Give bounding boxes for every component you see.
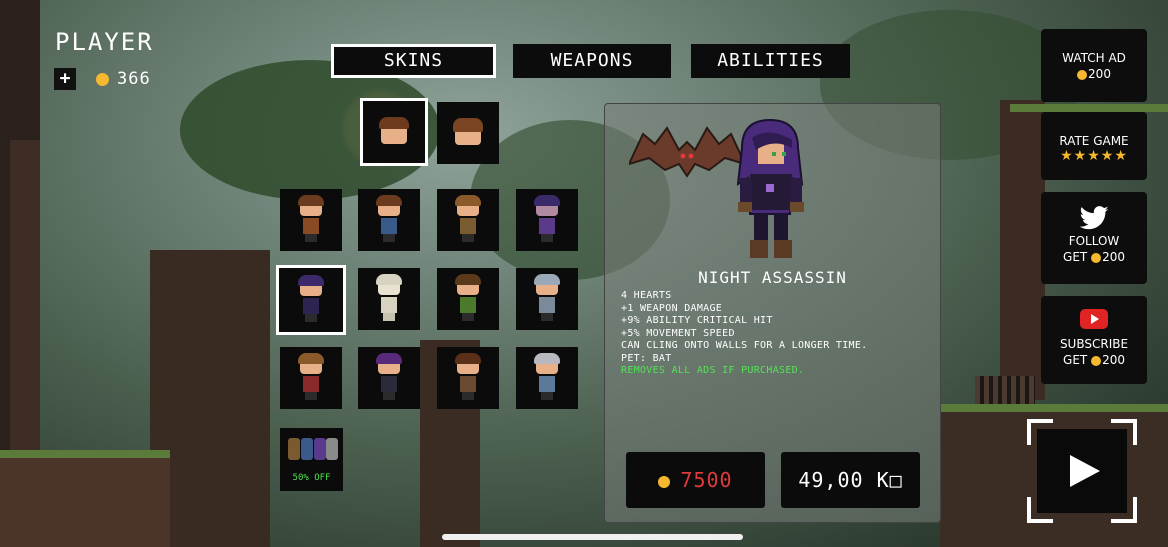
add-coins-button[interactable]: + (54, 68, 76, 90)
skin-name: NIGHT ASSASSIN (698, 268, 847, 287)
skin-character-icon (376, 274, 402, 321)
coin-icon (658, 475, 671, 488)
coin-count: 366 (117, 69, 151, 89)
skin-character-icon (376, 195, 402, 242)
skin-stats-list: 4 HEARTS +1 WEAPON DAMAGE +9% ABILITY CR… (621, 290, 868, 378)
coin-icon (1091, 355, 1102, 366)
buy-with-coins-button[interactable]: 7500 (626, 452, 765, 508)
bundle-character-icon (301, 438, 313, 460)
buy-with-money-button[interactable]: 49,00 K□ (781, 452, 920, 508)
watch-ad-label: WATCH AD (1062, 51, 1126, 65)
skin-stat: +5% MOVEMENT SPEED (621, 327, 735, 339)
skin-character-icon (298, 353, 324, 400)
remove-ads-note: REMOVES ALL ADS IF PURCHASED. (621, 365, 805, 376)
rate-game-label: RATE GAME (1059, 134, 1129, 148)
skin-slot[interactable] (516, 347, 578, 409)
follow-reward: 200 (1102, 250, 1125, 264)
follow-label: FOLLOW (1068, 234, 1120, 248)
skin-slot[interactable] (516, 268, 578, 330)
skin-slot[interactable] (280, 347, 342, 409)
youtube-play-icon (1080, 309, 1108, 329)
gender-female-button[interactable] (437, 102, 499, 164)
skin-stat: +1 WEAPON DAMAGE (621, 302, 723, 314)
male-face-icon (379, 117, 409, 144)
night-assassin-character (736, 118, 804, 258)
subscribe-get-label: GET (1063, 353, 1088, 367)
follow-twitter-button[interactable]: FOLLOW GET 200 (1041, 192, 1147, 284)
follow-get-label: GET (1063, 250, 1088, 264)
skin-stat: CAN CLING ONTO WALLS FOR A LONGER TIME. (621, 340, 868, 351)
female-face-icon (453, 118, 483, 145)
skin-slot[interactable] (280, 189, 342, 251)
skin-slot[interactable] (358, 268, 420, 330)
skin-character-icon (298, 195, 324, 242)
skin-character-icon (534, 195, 560, 242)
subscribe-youtube-button[interactable]: SUBSCRIBE GET 200 (1041, 296, 1147, 384)
skin-slot[interactable] (516, 189, 578, 251)
money-price: 49,00 K□ (798, 468, 903, 492)
play-icon (1070, 455, 1100, 487)
player-coin-balance: 366 (96, 69, 151, 89)
home-indicator[interactable] (442, 534, 743, 540)
player-title: PLAYER (55, 28, 154, 56)
watch-ad-reward: 200 (1088, 67, 1111, 81)
skin-slot[interactable] (358, 347, 420, 409)
gender-male-button[interactable] (360, 98, 428, 166)
skin-slot[interactable] (437, 268, 499, 330)
skin-character-icon (455, 274, 481, 321)
skin-stat: PET: BAT (621, 352, 672, 364)
star-icon: ★★★★★ (1060, 148, 1128, 164)
skin-slot[interactable] (437, 347, 499, 409)
bundle-discount-label: 50% OFF (292, 473, 331, 483)
skin-character-icon (455, 195, 481, 242)
skin-slot-selected[interactable] (276, 265, 346, 335)
watch-ad-button[interactable]: WATCH AD 200 (1041, 29, 1147, 102)
skin-character-icon (298, 275, 324, 322)
twitter-bird-icon (1079, 206, 1109, 230)
bundle-character-icon (288, 438, 300, 460)
tab-abilities[interactable]: ABILITIES (691, 44, 850, 78)
coin-icon (1077, 69, 1088, 80)
tab-weapons[interactable]: WEAPONS (513, 44, 671, 78)
skin-character-icon (534, 274, 560, 321)
forest-background (0, 0, 1168, 547)
tab-skins[interactable]: SKINS (331, 44, 496, 78)
coin-icon (1091, 252, 1102, 263)
subscribe-label: SUBSCRIBE (1059, 337, 1129, 351)
skin-slot[interactable] (358, 189, 420, 251)
skin-character-icon (455, 353, 481, 400)
coin-price: 7500 (680, 468, 733, 492)
rate-game-button[interactable]: RATE GAME ★★★★★ (1041, 112, 1147, 180)
coin-icon (96, 72, 109, 86)
skin-character-icon (534, 353, 560, 400)
subscribe-reward: 200 (1102, 353, 1125, 367)
skin-bundle-offer[interactable]: 50% OFF (280, 428, 343, 491)
skin-slot[interactable] (437, 189, 499, 251)
bundle-character-icon (326, 438, 338, 460)
skin-stat: 4 HEARTS (621, 290, 672, 301)
bundle-character-icon (314, 438, 326, 460)
play-button[interactable] (1027, 419, 1137, 523)
skin-stat: +9% ABILITY CRITICAL HIT (621, 315, 773, 326)
skin-character-icon (376, 353, 402, 400)
